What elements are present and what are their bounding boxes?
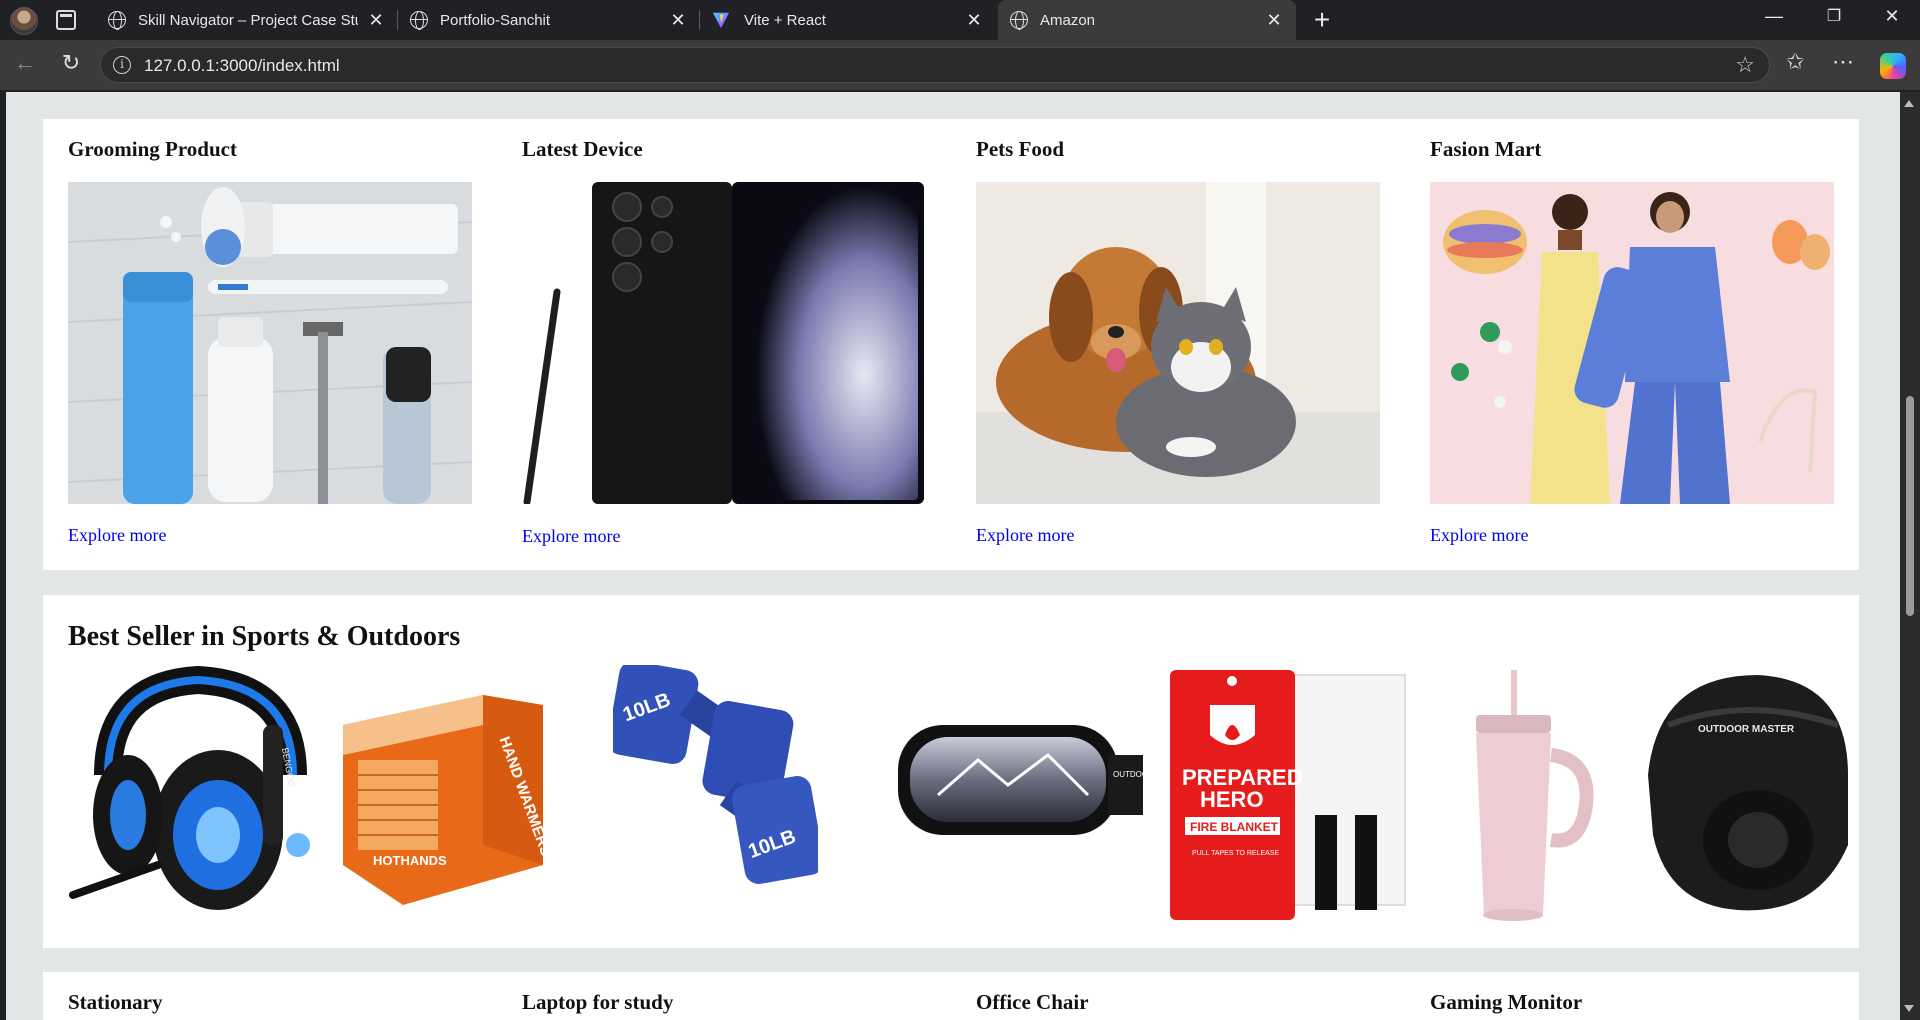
url-field[interactable]: i 127.0.0.1:3000/index.html ☆ bbox=[100, 47, 1770, 83]
tumbler-image[interactable] bbox=[1451, 665, 1601, 925]
address-bar-row: ← ↻ i 127.0.0.1:3000/index.html ☆ ✩ ⋯ bbox=[0, 40, 1920, 90]
tab-actions-icon[interactable] bbox=[56, 10, 76, 30]
back-arrow-icon[interactable]: ← bbox=[10, 50, 40, 76]
profile-avatar[interactable] bbox=[10, 7, 38, 35]
tab-strip: Skill Navigator – Project Case Stuc ✕ Po… bbox=[0, 0, 1920, 40]
page-viewport: Grooming Product Explore more Latest Dev… bbox=[6, 92, 1900, 1020]
globe-icon bbox=[410, 11, 428, 30]
minimize-icon[interactable]: — bbox=[1754, 6, 1794, 27]
ski-goggles-image[interactable]: OUTDOOR MASTER bbox=[898, 665, 1190, 925]
info-icon[interactable]: i bbox=[113, 56, 131, 74]
sports-panel: Best Seller in Sports & Outdoors BENGOO bbox=[43, 595, 1859, 948]
tab-amazon[interactable]: Amazon ✕ bbox=[998, 0, 1296, 40]
helmet-brand-text: OUTDOOR MASTER bbox=[1698, 724, 1795, 735]
explore-more-link[interactable]: Explore more bbox=[1430, 525, 1528, 546]
reload-icon[interactable]: ↻ bbox=[56, 50, 86, 76]
copilot-icon[interactable] bbox=[1880, 53, 1906, 79]
category-title: Latest Device bbox=[522, 137, 643, 161]
fashion-image[interactable] bbox=[1430, 182, 1834, 504]
category-title: Fasion Mart bbox=[1430, 137, 1542, 161]
sports-section-title: Best Seller in Sports & Outdoors bbox=[68, 621, 461, 652]
vite-icon bbox=[712, 12, 730, 29]
fire-blanket-text-line4: PULL TAPES TO RELEASE bbox=[1192, 850, 1279, 857]
more-options-icon[interactable]: ⋯ bbox=[1832, 49, 1854, 75]
category-title: Gaming Monitor bbox=[1430, 990, 1583, 1014]
vertical-scrollbar[interactable] bbox=[1900, 92, 1920, 1020]
ski-helmet-image[interactable]: OUTDOOR MASTER bbox=[1638, 665, 1848, 925]
close-tab-icon[interactable]: ✕ bbox=[1264, 10, 1284, 31]
explore-more-link[interactable]: Explore more bbox=[522, 526, 620, 547]
pets-image[interactable] bbox=[976, 182, 1380, 504]
url-text[interactable]: 127.0.0.1:3000/index.html bbox=[144, 56, 340, 76]
fire-blanket-image[interactable]: PREPARED HERO FIRE BLANKET PULL TAPES TO… bbox=[1170, 665, 1410, 925]
close-window-icon[interactable]: ✕ bbox=[1872, 6, 1912, 27]
hand-warmers-brand-text: HOTHANDS bbox=[373, 853, 447, 868]
close-tab-icon[interactable]: ✕ bbox=[668, 10, 688, 31]
favorite-star-icon[interactable]: ☆ bbox=[1735, 52, 1755, 78]
category-title: Laptop for study bbox=[522, 990, 674, 1014]
restore-icon[interactable]: ❐ bbox=[1814, 6, 1854, 26]
smartphone-image[interactable] bbox=[522, 182, 926, 504]
grooming-product-image[interactable] bbox=[68, 182, 472, 504]
close-tab-icon[interactable]: ✕ bbox=[964, 10, 984, 31]
tab-vite-react[interactable]: Vite + React ✕ bbox=[700, 0, 996, 40]
globe-icon bbox=[108, 11, 126, 30]
scroll-up-arrow-icon[interactable] bbox=[1904, 100, 1914, 107]
category-title: Pets Food bbox=[976, 137, 1065, 161]
dumbbells-image[interactable]: 10LB 10LB bbox=[607, 660, 824, 925]
fire-blanket-text-line3: FIRE BLANKET bbox=[1190, 820, 1279, 834]
hand-warmers-box-image[interactable]: HOTHANDS HAND WARMERS bbox=[343, 665, 555, 925]
category-panel-2: Stationary Laptop for study Office Chair… bbox=[43, 972, 1859, 1020]
explore-more-link[interactable]: Explore more bbox=[976, 525, 1074, 546]
new-tab-button[interactable]: + bbox=[1306, 4, 1338, 36]
scroll-down-arrow-icon[interactable] bbox=[1904, 1005, 1914, 1012]
category-title: Grooming Product bbox=[68, 137, 237, 161]
explore-more-link[interactable]: Explore more bbox=[68, 525, 166, 546]
goggles-brand-text: OUTDOOR MASTER bbox=[1113, 770, 1143, 779]
category-title: Stationary bbox=[68, 990, 163, 1014]
tab-portfolio[interactable]: Portfolio-Sanchit ✕ bbox=[398, 0, 700, 40]
gaming-headset-image[interactable]: BENGOO bbox=[68, 665, 313, 925]
favorites-icon[interactable]: ✩ bbox=[1786, 49, 1804, 75]
category-panel-1: Grooming Product Explore more Latest Dev… bbox=[43, 119, 1859, 570]
globe-icon bbox=[1010, 11, 1028, 30]
close-tab-icon[interactable]: ✕ bbox=[366, 10, 386, 31]
fire-blanket-text-line2: HERO bbox=[1200, 787, 1264, 812]
category-title: Office Chair bbox=[976, 990, 1089, 1014]
tab-skill-navigator[interactable]: Skill Navigator – Project Case Stuc ✕ bbox=[96, 0, 398, 40]
scroll-thumb[interactable] bbox=[1906, 396, 1914, 616]
